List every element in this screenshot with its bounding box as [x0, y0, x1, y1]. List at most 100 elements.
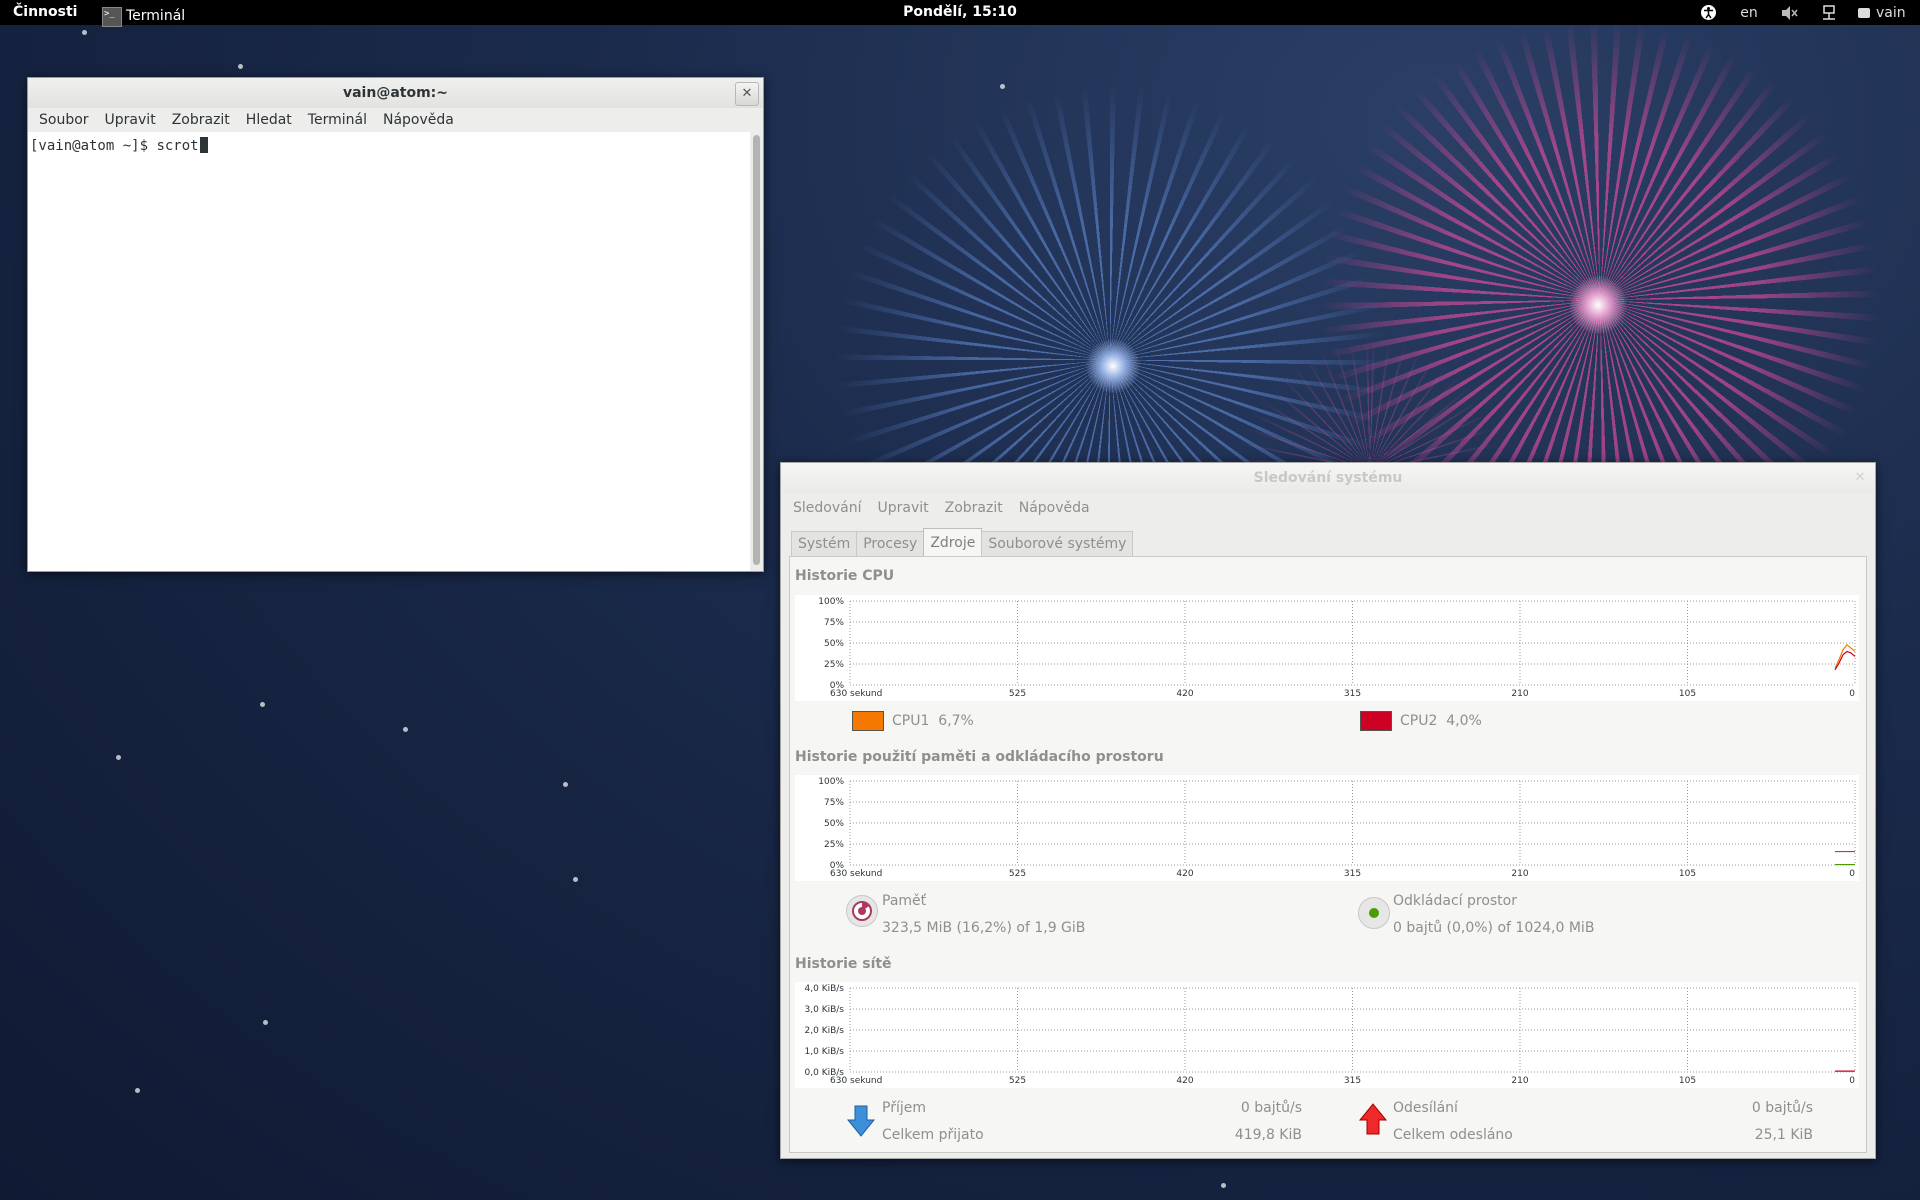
- cpu-y-tick-label: 25%: [824, 660, 844, 670]
- memory-history-title: Historie použití paměti a odkládacího pr…: [795, 749, 1164, 765]
- cpu-plot: 100%75%50%25%0%630 sekund 525 420 315 210 105…: [818, 597, 1856, 699]
- cpu1-color-swatch[interactable]: [852, 711, 884, 731]
- swap-value: 0 bajtů (0,0%) of 1024,0 MiB: [1393, 920, 1595, 936]
- cpu-y-tick-label: 75%: [824, 618, 844, 628]
- tab-resources[interactable]: Zdroje: [923, 528, 983, 556]
- cpu-x-tick-label: 0: [1849, 689, 1855, 699]
- cpu-x-tick-label: 315: [1344, 689, 1361, 699]
- cpu1-label: CPU1: [892, 713, 930, 729]
- terminal-menubar: Soubor Upravit Zobrazit Hledat Terminál …: [28, 108, 763, 132]
- network-x-tick-label: 630 sekund: [830, 1076, 882, 1086]
- memory-y-tick-label: 50%: [824, 819, 844, 829]
- terminal-scrollbar[interactable]: [750, 132, 763, 571]
- tab-processes[interactable]: Procesy: [856, 531, 925, 556]
- swap-label: Odkládací prostor: [1393, 893, 1517, 909]
- close-icon[interactable]: ✕: [735, 82, 759, 106]
- memory-y-tick-label: 75%: [824, 798, 844, 808]
- cpu-x-tick-label: 210: [1511, 689, 1528, 699]
- menu-upravit[interactable]: Upravit: [97, 112, 164, 128]
- menu-terminal[interactable]: Terminál: [300, 112, 375, 128]
- menu-zobrazit[interactable]: Zobrazit: [164, 112, 238, 128]
- received-total-label: Celkem přijato: [882, 1127, 984, 1143]
- memory-x-tick-label: 0: [1849, 869, 1855, 879]
- tab-file-systems[interactable]: Souborové systémy: [981, 531, 1134, 556]
- system-monitor-titlebar[interactable]: Sledování systému ✕: [781, 463, 1875, 493]
- receive-label: Příjem: [882, 1100, 926, 1116]
- sent-total-label: Celkem odesláno: [1393, 1127, 1513, 1143]
- cpu2-label: CPU2: [1400, 713, 1438, 729]
- cpu2-color-swatch[interactable]: [1360, 711, 1392, 731]
- network-x-tick-label: 525: [1009, 1076, 1026, 1086]
- network-plot: 4,0 KiB/s3,0 KiB/s2,0 KiB/s1,0 KiB/s0,0 …: [805, 984, 1856, 1086]
- terminal-output[interactable]: [vain@atom ~]$ scrot: [28, 132, 748, 571]
- cpu-x-tick-label: 420: [1176, 689, 1193, 699]
- terminal-window[interactable]: vain@atom:~ ✕ Soubor Upravit Zobrazit Hl…: [27, 77, 764, 572]
- menu-hledat[interactable]: Hledat: [238, 112, 300, 128]
- system-monitor-title: Sledování systému: [1253, 470, 1403, 486]
- memory-x-tick-label: 525: [1009, 869, 1026, 879]
- network-x-tick-label: 105: [1679, 1076, 1696, 1086]
- chat-bubble-icon: [1858, 7, 1870, 18]
- memory-value: 323,5 MiB (16,2%) of 1,9 GiB: [882, 920, 1086, 936]
- memory-x-tick-label: 315: [1344, 869, 1361, 879]
- swap-pie-icon[interactable]: [1358, 897, 1390, 929]
- memory-x-tick-label: 210: [1511, 869, 1528, 879]
- send-label: Odesílání: [1393, 1100, 1458, 1116]
- memory-label: Paměť: [882, 893, 927, 909]
- cpu-y-tick-label: 100%: [818, 597, 844, 607]
- download-arrow-icon: [846, 1104, 876, 1138]
- upload-arrow-icon: [1358, 1102, 1388, 1136]
- network-y-tick-label: 4,0 KiB/s: [805, 984, 845, 994]
- network-x-tick-label: 420: [1176, 1076, 1193, 1086]
- received-total: 419,8 KiB: [1234, 1127, 1302, 1143]
- memory-x-tick-label: 420: [1176, 869, 1193, 879]
- cpu-y-tick-label: 50%: [824, 639, 844, 649]
- system-monitor-menubar: Sledování Upravit Zobrazit Nápověda: [781, 493, 1875, 523]
- close-icon[interactable]: ✕: [1849, 467, 1871, 489]
- menu-napoveda[interactable]: Nápověda: [1011, 500, 1098, 516]
- shell-command: scrot: [156, 138, 199, 154]
- text-cursor: [199, 137, 208, 153]
- menu-zobrazit[interactable]: Zobrazit: [937, 500, 1011, 516]
- cpu-history-graph: 100% 75% 50% 25% 0% 630 sekund 525 420 315 210 105…: [795, 595, 1859, 701]
- memory-plot: 100%75%50%25%0%630 sekund 525 420 315 210 105…: [818, 777, 1856, 879]
- top-bar: Činnosti Terminál Pondělí, 15:10 en vain: [0, 0, 1920, 27]
- volume-muted-icon[interactable]: [1779, 3, 1801, 22]
- tab-system[interactable]: Systém: [791, 531, 858, 556]
- memory-y-tick-label: 100%: [818, 777, 844, 787]
- network-y-tick-label: 3,0 KiB/s: [805, 1005, 845, 1015]
- cpu-x-tick-label: 525: [1009, 689, 1026, 699]
- cpu1-legend: CPU1 6,7%: [852, 711, 974, 731]
- memory-x-tick-label: 630 sekund: [830, 869, 882, 879]
- terminal-titlebar[interactable]: vain@atom:~ ✕: [28, 78, 763, 108]
- resources-page: Historie CPU 100% 75% 50% 25% 0% 630 sekund 52…: [789, 556, 1867, 1153]
- cpu1-value: 6,7%: [938, 713, 974, 729]
- user-name: vain: [1876, 4, 1906, 21]
- shell-prompt: [vain@atom ~]$: [30, 138, 157, 154]
- user-menu[interactable]: vain: [1858, 3, 1916, 22]
- clock[interactable]: Pondělí, 15:10: [0, 4, 1920, 21]
- menu-soubor[interactable]: Soubor: [31, 112, 97, 128]
- menu-napoveda[interactable]: Nápověda: [375, 112, 462, 128]
- network-history-title: Historie sítě: [795, 956, 892, 972]
- memory-history-graph: 100% 75% 50% 25% 0% 630 sekund 525 420 315 210 105…: [795, 775, 1859, 881]
- keyboard-layout-indicator[interactable]: en: [1737, 3, 1761, 22]
- cpu-x-tick-label: 105: [1679, 689, 1696, 699]
- cpu2-legend: CPU2 4,0%: [1360, 711, 1482, 731]
- cpu-history-title: Historie CPU: [795, 568, 895, 584]
- memory-y-tick-label: 25%: [824, 840, 844, 850]
- sent-total: 25,1 KiB: [1754, 1127, 1813, 1143]
- network-x-tick-label: 315: [1344, 1076, 1361, 1086]
- memory-pie-icon[interactable]: [846, 895, 878, 927]
- terminal-title: vain@atom:~: [342, 85, 448, 101]
- cpu2-value: 4,0%: [1446, 713, 1482, 729]
- network-y-tick-label: 1,0 KiB/s: [805, 1047, 845, 1057]
- tab-bar: Systém Procesy Zdroje Souborové systémy: [791, 528, 1134, 557]
- system-monitor-window[interactable]: Sledování systému ✕ Sledování Upravit Zo…: [780, 462, 1876, 1159]
- network-y-tick-label: 2,0 KiB/s: [805, 1026, 845, 1036]
- network-x-tick-label: 0: [1849, 1076, 1855, 1086]
- accessibility-icon[interactable]: [1697, 3, 1719, 22]
- menu-sledovani[interactable]: Sledování: [785, 500, 869, 516]
- menu-upravit[interactable]: Upravit: [869, 500, 936, 516]
- network-wired-icon[interactable]: [1818, 3, 1840, 22]
